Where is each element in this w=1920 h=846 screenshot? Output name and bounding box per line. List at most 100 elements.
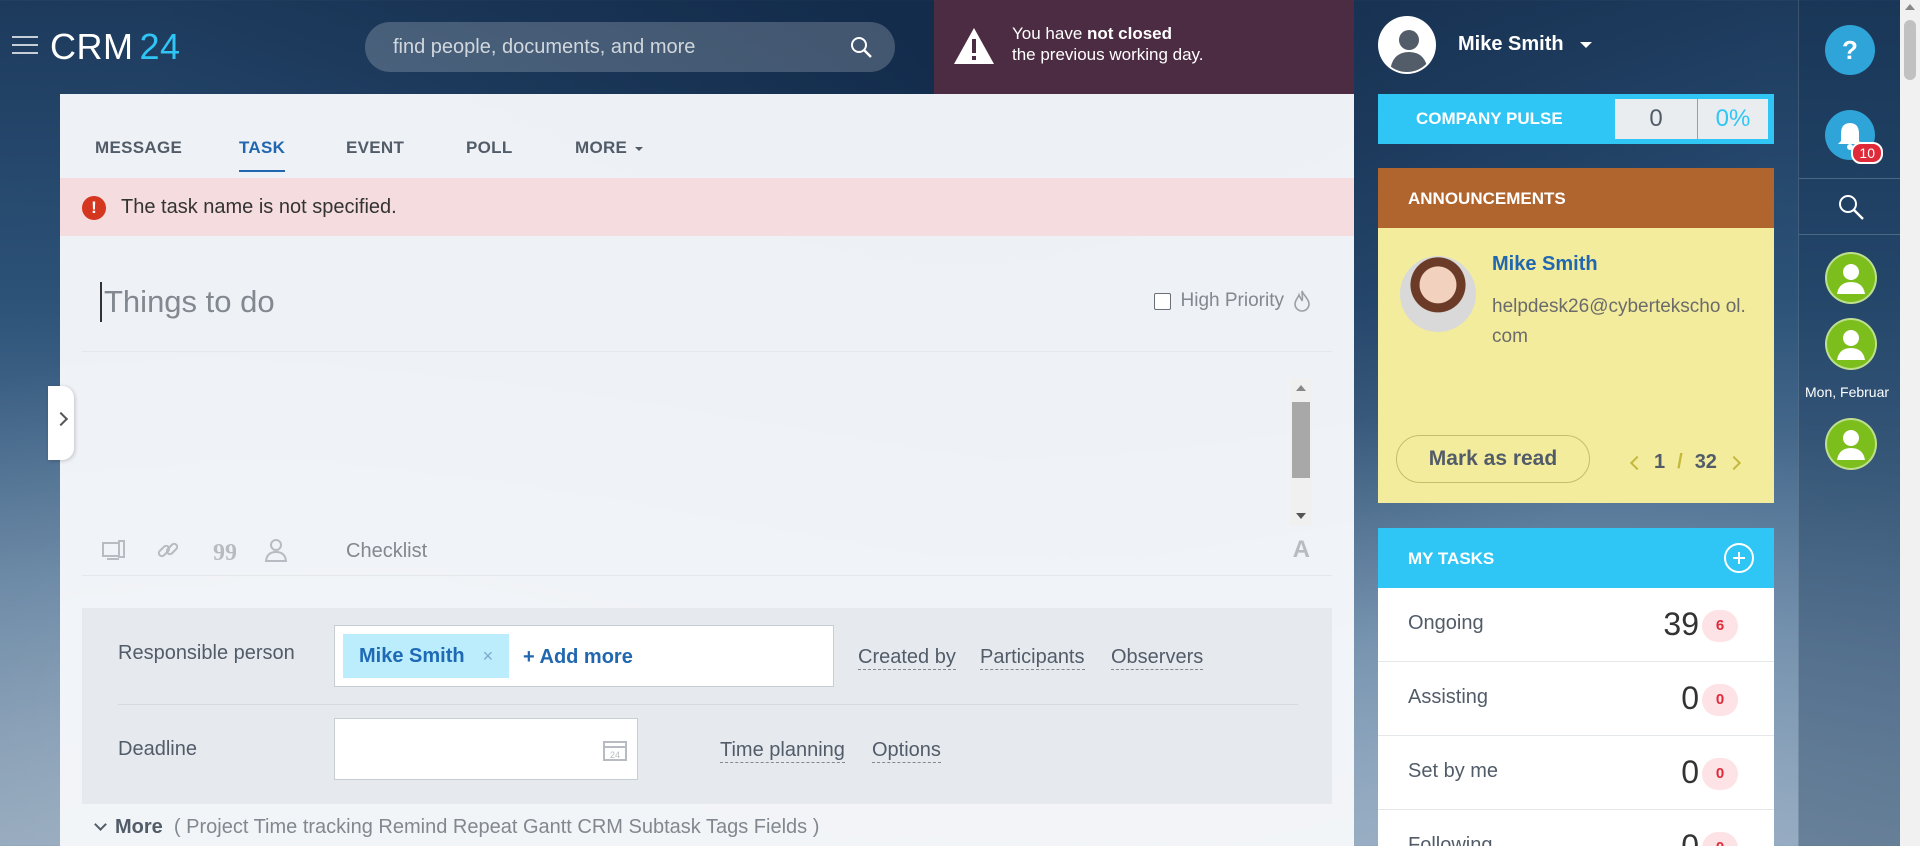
page-scrollbar[interactable] — [1900, 0, 1920, 846]
author-avatar[interactable] — [1400, 256, 1476, 332]
task-counter-row[interactable]: Following 0 0 — [1378, 810, 1774, 846]
link-icon[interactable] — [154, 536, 182, 564]
editor-toolbar: 99 Checklist A — [82, 526, 1332, 576]
mark-as-read-button[interactable]: Mark as read — [1396, 435, 1590, 483]
more-items: ( Project Time tracking Remind Repeat Ga… — [173, 816, 820, 838]
user-silhouette-icon — [1837, 330, 1865, 360]
company-pulse-value: 0 — [1615, 99, 1697, 139]
task-fields: Responsible person Mike Smith × + Add mor… — [82, 608, 1332, 804]
menu-icon[interactable] — [12, 36, 38, 56]
deadline-label: Deadline — [118, 738, 197, 760]
checklist-button[interactable]: Checklist — [346, 540, 427, 563]
task-counter-count: 0 — [1681, 828, 1699, 846]
my-tasks-title: MY TASKS — [1408, 549, 1495, 568]
rail-divider — [1799, 234, 1903, 235]
scroll-down-arrow-icon[interactable] — [1296, 513, 1306, 519]
announcements-title: ANNOUNCEMENTS — [1408, 189, 1566, 208]
help-button[interactable]: ? — [1825, 25, 1875, 75]
remove-chip-icon[interactable]: × — [483, 646, 494, 666]
company-pulse-percent: 0% — [1698, 99, 1768, 139]
add-task-icon[interactable] — [1724, 543, 1754, 573]
options-link[interactable]: Options — [872, 739, 941, 763]
rail-divider — [1799, 178, 1903, 179]
post-type-tabs: MESSAGE TASK EVENT POLL MORE — [60, 94, 1354, 178]
user-silhouette-icon — [1837, 264, 1865, 294]
contact-avatar[interactable] — [1825, 418, 1877, 470]
more-options-bar[interactable]: More ( Project Time tracking Remind Repe… — [82, 816, 1332, 846]
pager-separator: / — [1677, 451, 1683, 473]
user-avatar[interactable] — [1378, 16, 1436, 74]
responsible-person-chip[interactable]: Mike Smith × — [343, 634, 510, 678]
high-priority-checkbox[interactable] — [1153, 292, 1171, 310]
search-input[interactable] — [393, 22, 843, 72]
editor-scrollbar[interactable] — [1290, 378, 1312, 526]
announcement-text: helpdesk26@cybertekscho ol.com — [1492, 296, 1746, 347]
app-logo[interactable]: CRM 24 — [50, 26, 181, 68]
company-pulse-label: COMPANY PULSE — [1416, 109, 1563, 128]
file-upload-icon[interactable] — [100, 536, 128, 564]
contact-avatar[interactable] — [1825, 252, 1877, 304]
observers-link[interactable]: Observers — [1111, 646, 1204, 670]
expand-panel-button[interactable] — [48, 386, 74, 460]
editor-scrollbar-thumb[interactable] — [1292, 402, 1310, 478]
task-counter-row[interactable]: Assisting 0 0 — [1378, 662, 1774, 736]
task-counter-name: Assisting — [1408, 686, 1489, 708]
add-more-button[interactable]: + Add more — [523, 646, 633, 669]
quote-icon[interactable]: 99 — [208, 536, 236, 564]
search-icon[interactable] — [1837, 193, 1865, 221]
task-counter-badge: 0 — [1702, 832, 1738, 846]
calendar-icon[interactable]: 24 — [603, 739, 627, 761]
tab-more[interactable]: MORE — [575, 138, 644, 158]
task-counter-count: 39 — [1663, 606, 1699, 642]
created-by-link[interactable]: Created by — [858, 646, 956, 670]
task-counter-badge: 0 — [1702, 684, 1738, 716]
user-silhouette-icon — [1390, 30, 1428, 72]
chevron-left-icon[interactable] — [1629, 455, 1645, 470]
chevron-right-icon[interactable] — [1726, 455, 1742, 470]
chip-label: Mike Smith — [359, 645, 465, 667]
chevron-right-icon — [53, 411, 69, 427]
deadline-input[interactable]: 24 — [334, 718, 638, 780]
scroll-up-arrow-icon[interactable] — [1905, 4, 1915, 10]
announcement-author[interactable]: Mike Smith — [1492, 253, 1598, 276]
warning-text-line1: You have — [1012, 24, 1087, 43]
mention-user-icon[interactable] — [262, 536, 290, 564]
tab-task[interactable]: TASK — [239, 138, 286, 172]
task-counter-count: 0 — [1681, 680, 1699, 716]
tab-event[interactable]: EVENT — [346, 138, 404, 158]
contact-avatar[interactable] — [1825, 318, 1877, 370]
notification-count-badge: 10 — [1851, 142, 1883, 164]
flame-icon — [1294, 290, 1310, 312]
announcements-widget: ANNOUNCEMENTS Mike Smith helpdesk26@cybe… — [1378, 168, 1774, 503]
user-name[interactable]: Mike Smith — [1458, 33, 1564, 56]
error-message: The task name is not specified. — [121, 196, 397, 218]
participants-link[interactable]: Participants — [980, 646, 1085, 670]
working-day-warning[interactable]: You have not closed the previous working… — [934, 0, 1354, 94]
task-counter-name: Set by me — [1408, 760, 1499, 782]
task-description-editor[interactable] — [82, 374, 1332, 526]
text-format-button[interactable]: A — [1293, 536, 1310, 564]
chevron-down-icon[interactable] — [1580, 42, 1592, 48]
notifications-button[interactable]: 10 — [1825, 110, 1883, 164]
my-tasks-header: MY TASKS — [1378, 528, 1774, 588]
announcements-header: ANNOUNCEMENTS — [1378, 168, 1774, 228]
task-counter-row[interactable]: Ongoing 39 6 — [1378, 588, 1774, 662]
user-silhouette-icon — [1837, 430, 1865, 460]
tab-message[interactable]: MESSAGE — [95, 138, 182, 158]
high-priority-toggle[interactable]: High Priority — [1153, 290, 1310, 312]
search-icon[interactable] — [849, 35, 873, 59]
tab-poll[interactable]: POLL — [466, 138, 513, 158]
responsible-person-field[interactable]: Mike Smith × + Add more — [334, 625, 834, 687]
task-counter-row[interactable]: Set by me 0 0 — [1378, 736, 1774, 810]
time-planning-link[interactable]: Time planning — [720, 739, 845, 763]
company-pulse-widget[interactable]: COMPANY PULSE 0 0% — [1378, 94, 1774, 144]
chevron-down-icon — [94, 818, 107, 831]
top-header: CRM24 You have not closed the previous w… — [0, 0, 1920, 94]
more-label: More — [115, 816, 163, 838]
task-title-input[interactable] — [100, 282, 900, 322]
scroll-up-arrow-icon[interactable] — [1296, 385, 1306, 391]
task-title-row: High Priority — [82, 250, 1332, 352]
scrollbar-thumb[interactable] — [1904, 20, 1916, 80]
logo-number: 24 — [139, 26, 181, 67]
search-bar — [365, 22, 895, 72]
